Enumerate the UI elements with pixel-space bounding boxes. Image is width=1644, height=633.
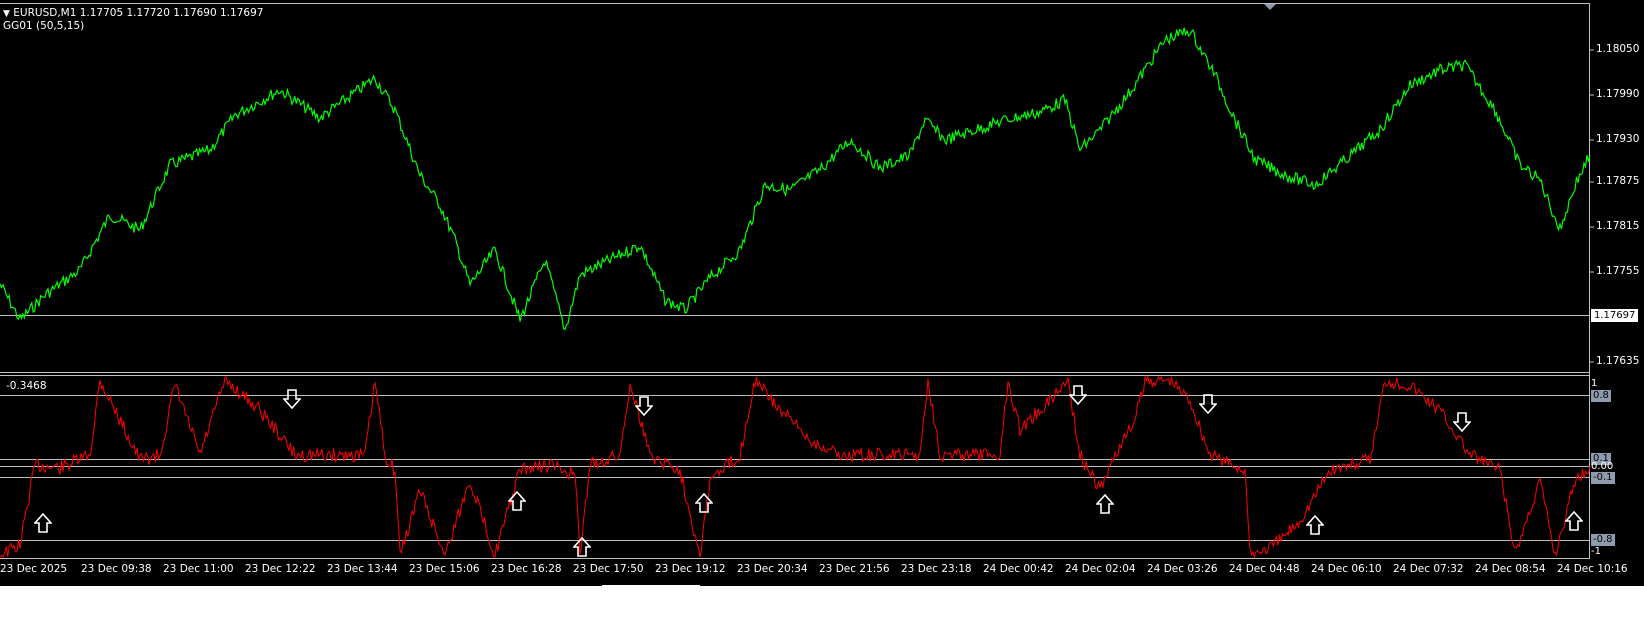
indicator-axis-top: 1 (1591, 378, 1598, 389)
price-axis-label: 1.17930 (1596, 133, 1640, 145)
up-arrow-icon (573, 537, 591, 557)
time-axis-label: 23 Dec 20:34 (737, 563, 808, 575)
time-axis-label: 24 Dec 02:04 (1065, 563, 1136, 575)
price-axis-label: 1.17635 (1596, 355, 1640, 367)
up-arrow-icon (695, 493, 713, 513)
time-axis-label: 23 Dec 16:28 (491, 563, 562, 575)
terminal-window: ▼ EURUSD,M1 1.17705 1.17720 1.17690 1.17… (0, 0, 1644, 633)
up-arrow-icon (34, 513, 52, 533)
time-axis-label: 23 Dec 12:22 (245, 563, 316, 575)
time-axis-label: 23 Dec 21:56 (819, 563, 890, 575)
time-axis-label: 24 Dec 00:42 (983, 563, 1054, 575)
indicator-name: GG01 (50,5,15) (3, 20, 85, 32)
time-axis-label: 24 Dec 06:10 (1311, 563, 1382, 575)
time-axis-label: 23 Dec 11:00 (163, 563, 234, 575)
time-axis-label: 23 Dec 17:50 (573, 563, 644, 575)
time-axis-label: 24 Dec 04:48 (1229, 563, 1300, 575)
time-axis-label: 24 Dec 07:32 (1393, 563, 1464, 575)
up-arrow-icon (508, 491, 526, 511)
indicator-value: -0.3468 (6, 380, 47, 392)
shift-marker-icon[interactable] (1264, 4, 1276, 10)
down-arrow-icon (1069, 385, 1087, 405)
symbol-info: ▼ EURUSD,M1 1.17705 1.17720 1.17690 1.17… (3, 7, 263, 19)
down-arrow-icon (1453, 412, 1471, 432)
chart-canvas[interactable] (0, 0, 1644, 585)
collapse-toggle-icon[interactable]: ▼ (3, 9, 10, 19)
indicator-axis-bottom: -1 (1591, 546, 1601, 557)
time-axis-label: 23 Dec 09:38 (81, 563, 152, 575)
symbol-ohlc: EURUSD,M1 1.17705 1.17720 1.17690 1.1769… (13, 7, 264, 19)
indicator-level-minus-0.8-label: -0.8 (1591, 534, 1615, 546)
indicator-level-0.8-label: 0.8 (1591, 390, 1611, 402)
up-arrow-icon (1306, 515, 1324, 535)
tab-bar-area (0, 585, 1644, 633)
price-series-line (0, 27, 1591, 331)
up-arrow-icon (1096, 494, 1114, 514)
time-axis-label: 23 Dec 19:12 (655, 563, 726, 575)
down-arrow-icon (1199, 394, 1217, 414)
active-tab-indicator[interactable] (602, 585, 700, 588)
time-axis-label: 23 Dec 13:44 (327, 563, 398, 575)
time-axis-label: 24 Dec 10:16 (1557, 563, 1628, 575)
current-price-label: 1.17697 (1591, 309, 1639, 322)
time-axis-label: 23 Dec 2025 (0, 563, 68, 575)
price-axis-label: 1.17815 (1596, 220, 1640, 232)
bottom-border (0, 585, 1644, 586)
price-axis-label: 1.18050 (1596, 43, 1640, 55)
time-axis-label: 23 Dec 15:06 (409, 563, 480, 575)
down-arrow-icon (635, 396, 653, 416)
price-axis-label: 1.17875 (1596, 175, 1640, 187)
up-arrow-icon (1565, 511, 1583, 531)
time-axis-label: 23 Dec 23:18 (901, 563, 972, 575)
price-axis-label: 1.17755 (1596, 265, 1640, 277)
indicator-level-minus-0.1-label: -0.1 (1591, 472, 1615, 484)
price-chart[interactable]: ▼ EURUSD,M1 1.17705 1.17720 1.17690 1.17… (0, 0, 1644, 585)
down-arrow-icon (283, 389, 301, 409)
time-axis-label: 24 Dec 08:54 (1475, 563, 1546, 575)
time-axis-label: 24 Dec 03:26 (1147, 563, 1218, 575)
price-axis-label: 1.17990 (1596, 88, 1640, 100)
